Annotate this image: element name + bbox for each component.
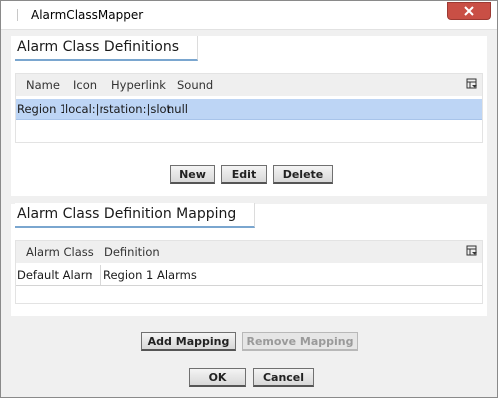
cell-name: Region 1 <box>17 102 64 116</box>
column-header-icon[interactable]: Icon <box>73 78 97 92</box>
column-header-hyperlink[interactable]: Hyperlink <box>111 78 166 92</box>
column-chooser-icon[interactable] <box>466 78 478 90</box>
definitions-table-header: Name Icon Hyperlink Sound <box>16 74 482 96</box>
mapping-table-header: Alarm Class Definition <box>16 241 482 263</box>
cancel-button[interactable]: Cancel <box>253 368 314 387</box>
window-title: AlarmClassMapper <box>31 8 144 22</box>
column-header-sound[interactable]: Sound <box>177 78 213 92</box>
column-divider <box>100 265 101 285</box>
alarm-class-mapper-dialog: AlarmClassMapper Alarm Class Definitions… <box>0 0 498 398</box>
cell-sound: null <box>167 102 188 116</box>
definitions-table: Name Icon Hyperlink Sound Region 1 local… <box>15 73 483 143</box>
column-header-name[interactable]: Name <box>26 78 60 92</box>
mapping-title: Alarm Class Definition Mapping <box>15 203 256 228</box>
ok-button[interactable]: OK <box>189 368 246 387</box>
cell-definition: Region 1 Alarms <box>103 268 197 282</box>
new-button[interactable]: New <box>170 165 215 184</box>
cell-hyperlink: station:|slot: <box>103 102 173 116</box>
cell-icon: local:|r <box>65 102 103 116</box>
title-bar: AlarmClassMapper <box>1 1 497 30</box>
definitions-title: Alarm Class Definitions <box>15 36 199 61</box>
add-mapping-button[interactable]: Add Mapping <box>141 332 236 351</box>
column-chooser-icon[interactable] <box>466 245 478 257</box>
remove-mapping-button[interactable]: Remove Mapping <box>242 332 358 351</box>
edit-button[interactable]: Edit <box>221 165 267 184</box>
column-header-alarm-class[interactable]: Alarm Class <box>26 245 94 259</box>
table-row[interactable]: Region 1 local:|r station:|slot: null <box>16 99 482 120</box>
cell-alarm-class: Default Alarm C <box>17 268 92 282</box>
close-button[interactable] <box>447 2 491 20</box>
close-icon <box>464 6 474 16</box>
column-header-definition[interactable]: Definition <box>104 245 160 259</box>
window-icon <box>17 9 22 21</box>
mapping-table: Alarm Class Definition Default Alarm C R… <box>15 240 483 304</box>
table-row[interactable]: Default Alarm C Region 1 Alarms <box>16 265 482 286</box>
delete-button[interactable]: Delete <box>273 165 333 184</box>
